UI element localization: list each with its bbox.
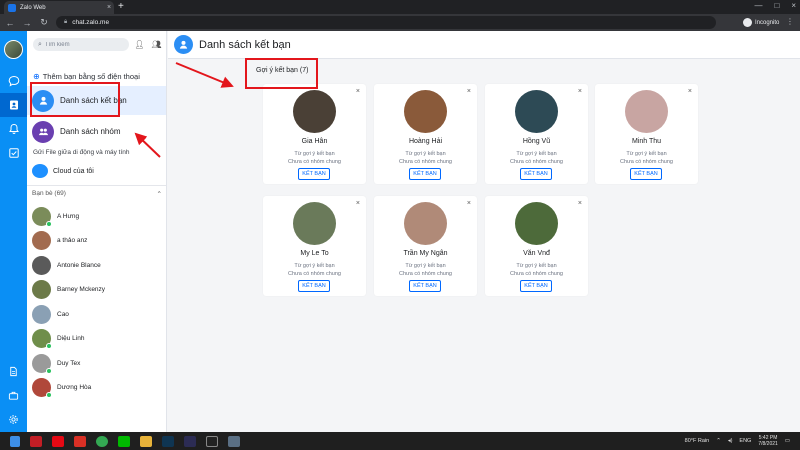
browser-menu-icon[interactable]: ⋮ xyxy=(786,17,794,26)
tab-title: Zalo Web xyxy=(20,4,46,11)
browser-tab-strip: Zalo Web × + — □ × xyxy=(0,0,800,14)
notification-center-icon[interactable]: ▭ xyxy=(785,438,790,444)
arrow-to-suggestions xyxy=(175,62,234,88)
address-bar[interactable]: 🔒︎ chat.zalo.me xyxy=(56,16,716,29)
url-text: chat.zalo.me xyxy=(72,19,110,26)
incognito-label: Incognito xyxy=(755,19,780,26)
forward-icon[interactable]: → xyxy=(20,18,34,28)
tray-chevron-icon[interactable]: ⌃ xyxy=(716,438,721,444)
taskbar-app-10-icon[interactable] xyxy=(228,435,240,447)
taskbar-line-icon[interactable] xyxy=(118,435,130,447)
taskbar-app-3-icon[interactable] xyxy=(74,435,86,447)
new-tab-button[interactable]: + xyxy=(118,1,124,13)
clock-date: 7/8/2021 xyxy=(758,441,778,447)
taskbar-photoshop-icon[interactable] xyxy=(162,435,174,447)
taskbar-premiere-icon[interactable] xyxy=(184,435,196,447)
taskbar-netflix-icon[interactable] xyxy=(52,435,64,447)
volume-icon[interactable]: ◂) xyxy=(728,438,733,444)
tab-close-icon[interactable]: × xyxy=(104,4,114,11)
lock-icon: 🔒︎ xyxy=(64,19,68,25)
windows-taskbar: 80°F Rain ⌃ ◂) ENG 5:42 PM 7/8/2021 ▭ xyxy=(0,432,800,450)
taskbar-folder-icon[interactable] xyxy=(140,435,152,447)
window-controls: — □ × xyxy=(754,0,796,12)
weather-text[interactable]: 80°F Rain xyxy=(685,438,710,444)
close-window-button[interactable]: × xyxy=(791,0,796,12)
zalo-favicon-icon xyxy=(8,3,16,12)
arrow-to-menu xyxy=(134,132,161,158)
maximize-button[interactable]: □ xyxy=(774,0,779,12)
windows-start-icon[interactable] xyxy=(10,435,20,447)
clock[interactable]: 5:42 PM 7/8/2021 xyxy=(758,435,777,447)
incognito-badge[interactable]: Incognito xyxy=(743,16,779,29)
taskbar-chrome-icon[interactable] xyxy=(96,435,108,447)
taskbar-app-9-icon[interactable] xyxy=(206,435,218,447)
browser-tab[interactable]: Zalo Web × xyxy=(4,1,114,14)
taskbar-app-1-icon[interactable] xyxy=(30,435,42,447)
annotation-arrows xyxy=(134,62,234,158)
reload-icon[interactable]: ↻ xyxy=(37,17,51,28)
incognito-icon xyxy=(743,18,752,27)
back-icon[interactable]: ← xyxy=(3,18,17,28)
minimize-button[interactable]: — xyxy=(754,0,762,12)
zalo-app: ⌕ 👤︎ 👥︎ ⊕ Thêm bạn bằng số điện thoại Da… xyxy=(0,31,800,432)
language-indicator[interactable]: ENG xyxy=(739,438,751,444)
system-tray: 80°F Rain ⌃ ◂) ENG 5:42 PM 7/8/2021 ▭ xyxy=(685,432,790,450)
browser-toolbar: ← → ↻ 🔒︎ chat.zalo.me Incognito ⋮ xyxy=(0,14,800,31)
